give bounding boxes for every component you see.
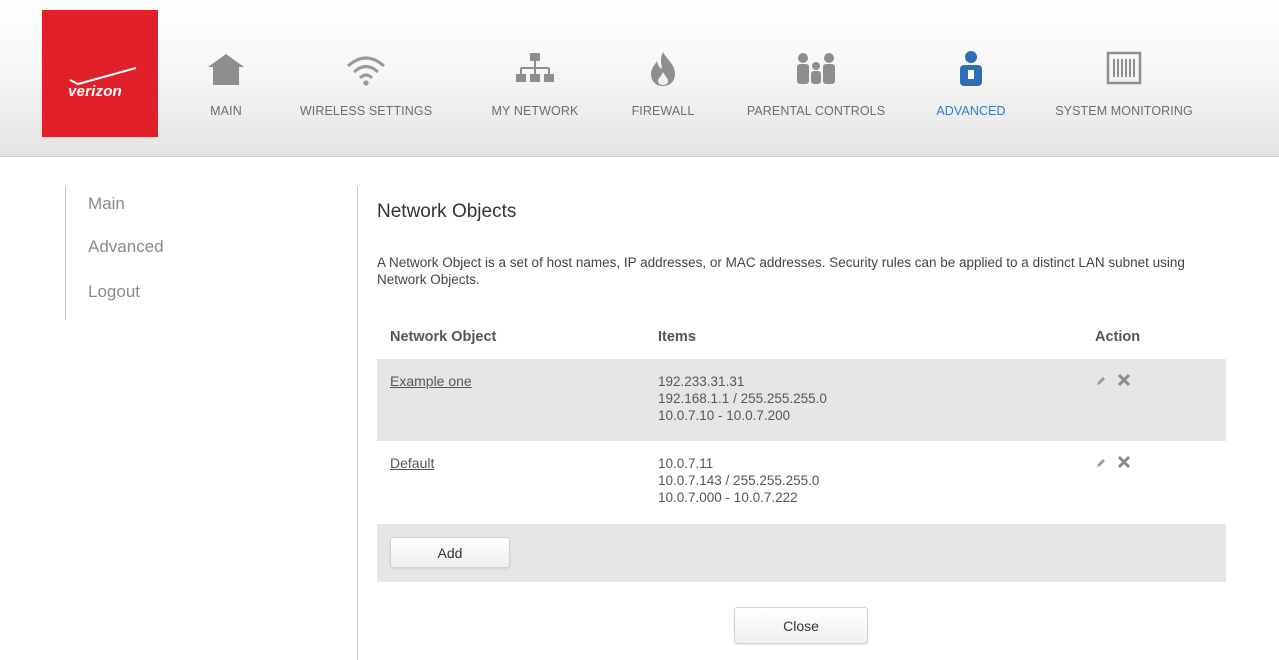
nav-advanced[interactable]: ADVANCED	[929, 50, 1013, 118]
nav-main[interactable]: MAIN	[199, 50, 253, 118]
network-object-items: 192.233.31.31 192.168.1.1 / 255.255.255.…	[658, 373, 827, 424]
nav-my-network[interactable]: MY NETWORK	[483, 50, 587, 118]
page-description: A Network Object is a set of host names,…	[377, 255, 1185, 287]
item-value: 10.0.7.143 / 255.255.255.0	[658, 473, 820, 488]
nav-firewall[interactable]: FIREWALL	[627, 50, 699, 118]
table-row: Default 10.0.7.11 10.0.7.143 / 255.255.2…	[377, 441, 1226, 524]
content-divider	[357, 186, 358, 660]
network-object-link[interactable]: Example one	[390, 373, 472, 389]
add-row: Add	[377, 524, 1226, 582]
nav-wireless-settings-label: WIRELESS SETTINGS	[299, 104, 433, 118]
nav-my-network-label: MY NETWORK	[491, 104, 579, 118]
add-button[interactable]: Add	[390, 537, 510, 568]
item-value: 10.0.7.11	[658, 456, 714, 471]
close-button[interactable]: Close	[734, 607, 868, 644]
network-icon	[516, 53, 554, 82]
item-value: 192.233.31.31	[658, 374, 745, 389]
column-header-items: Items	[658, 329, 696, 345]
sidebar-item-advanced[interactable]: Advanced	[88, 237, 164, 257]
sidebar: Main Advanced Logout	[65, 186, 265, 320]
item-value: 10.0.7.000 - 10.0.7.222	[658, 490, 798, 505]
column-header-action: Action	[1095, 329, 1141, 345]
edit-pencil-icon[interactable]	[1095, 456, 1107, 474]
sidebar-item-main[interactable]: Main	[88, 194, 125, 214]
nav-parental-controls-label: PARENTAL CONTROLS	[746, 104, 886, 118]
network-object-link[interactable]: Default	[390, 455, 434, 471]
nav-firewall-label: FIREWALL	[631, 104, 695, 118]
network-object-items: 10.0.7.11 10.0.7.143 / 255.255.255.0 10.…	[658, 455, 819, 506]
delete-x-icon[interactable]	[1117, 455, 1131, 474]
nav-advanced-label: ADVANCED	[936, 104, 1006, 118]
logo-text: verizon	[68, 83, 122, 100]
edit-pencil-icon[interactable]	[1095, 374, 1107, 392]
nav-system-monitoring-label: SYSTEM MONITORING	[1055, 104, 1193, 118]
delete-x-icon[interactable]	[1117, 373, 1131, 392]
nav-parental-controls[interactable]: PARENTAL CONTROLS	[734, 50, 898, 118]
row-actions	[1095, 373, 1137, 392]
flame-icon	[651, 52, 675, 86]
monitor-icon	[1106, 51, 1142, 85]
nav-system-monitoring[interactable]: SYSTEM MONITORING	[1044, 50, 1204, 118]
sidebar-item-logout[interactable]: Logout	[88, 282, 140, 302]
page-title: Network Objects	[377, 201, 517, 222]
item-value: 10.0.7.10 - 10.0.7.200	[658, 408, 791, 423]
row-actions	[1095, 455, 1137, 474]
table-row: Example one 192.233.31.31 192.168.1.1 / …	[377, 359, 1226, 441]
nav-wireless-settings[interactable]: WIRELESS SETTINGS	[288, 50, 444, 118]
column-header-network-object: Network Object	[390, 329, 497, 345]
verizon-logo[interactable]: verizon	[42, 10, 158, 137]
top-navigation-bar: verizon MAIN WIRELESS SETTINGS MY NETWOR…	[0, 0, 1279, 157]
home-icon	[208, 54, 244, 85]
wifi-icon	[347, 56, 385, 86]
advanced-user-icon	[960, 51, 982, 86]
item-value: 192.168.1.1 / 255.255.255.0	[658, 391, 827, 406]
nav-main-label: MAIN	[210, 104, 242, 118]
family-icon	[797, 53, 835, 84]
